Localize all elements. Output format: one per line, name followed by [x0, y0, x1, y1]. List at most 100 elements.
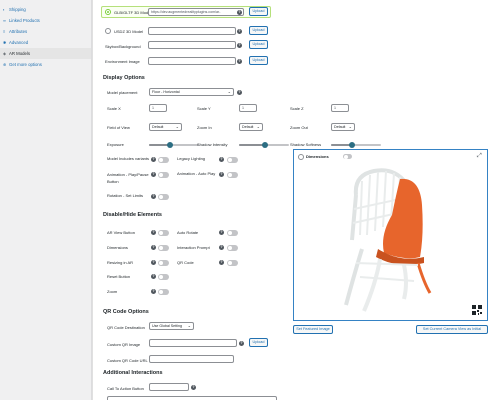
interaction-prompt-toggle[interactable] — [227, 245, 238, 251]
qr-options-heading: QR Code Options — [103, 309, 149, 315]
help-icon[interactable]: ? — [219, 245, 224, 250]
set-featured-image-button[interactable]: Set Featured Image — [293, 325, 333, 334]
legacy-lighting-toggle[interactable] — [227, 157, 238, 163]
slider-handle[interactable] — [167, 142, 173, 148]
resizing-toggle[interactable] — [158, 260, 169, 266]
sidebar-item-linked-products[interactable]: ∞ Linked Products — [0, 15, 91, 26]
custom-qr-image-input[interactable] — [149, 339, 237, 347]
rotation-limits-toggle[interactable] — [158, 194, 169, 200]
help-icon[interactable]: ? — [237, 43, 242, 48]
help-icon[interactable]: ? — [219, 260, 224, 265]
qr-image-upload-button[interactable]: Upload — [249, 338, 268, 347]
help-icon[interactable]: ? — [237, 90, 242, 95]
help-icon[interactable]: ? — [151, 289, 156, 294]
environment-url-input[interactable] — [148, 57, 236, 65]
gltf-url-input[interactable]: https://dev.augmentedrealityplugins.com/… — [148, 8, 244, 16]
usdz-label: USDZ 3D Model — [114, 29, 144, 34]
scale-z-input[interactable]: 1 — [331, 104, 349, 112]
qr-code-icon[interactable] — [472, 305, 482, 315]
exposure-slider[interactable] — [149, 142, 199, 148]
zoom-out-select[interactable]: Default ⌄ — [331, 123, 355, 131]
help-icon[interactable]: ? — [151, 274, 156, 279]
sidebar-item-label: Advanced — [9, 40, 29, 45]
model-placement-label: Model placement — [107, 90, 138, 95]
help-icon[interactable]: ? — [151, 194, 156, 199]
zoom-out-value: Default — [334, 125, 346, 129]
scale-y-input[interactable]: 1 — [239, 104, 257, 112]
gltf-upload-button[interactable]: Upload — [249, 7, 268, 16]
help-icon[interactable]: ? — [151, 230, 156, 235]
help-icon[interactable]: ? — [237, 29, 242, 34]
chevron-down-icon: ⌄ — [348, 124, 352, 129]
zoom-toggle[interactable] — [158, 289, 169, 295]
usdz-status-indicator — [105, 28, 111, 34]
help-icon[interactable]: ? — [151, 245, 156, 250]
help-icon[interactable]: ? — [151, 157, 156, 162]
chevron-down-icon: ⌄ — [175, 124, 179, 129]
model-preview-viewer[interactable]: Dimensions ⤢ — [293, 149, 488, 321]
sidebar-item-get-more-options[interactable]: ⊕ Get more options — [0, 59, 91, 70]
qr-code-toggle[interactable] — [227, 260, 238, 266]
usdz-upload-button[interactable]: Upload — [249, 26, 268, 35]
scale-x-label: Scale X — [107, 106, 121, 111]
model-placement-select[interactable]: Floor - Horizontal ⌄ — [149, 88, 234, 96]
product-data-tabs: ▪ Shipping ∞ Linked Products ≡ Attribute… — [0, 0, 92, 400]
help-icon[interactable]: ? — [219, 157, 224, 162]
fov-label: Field of View — [107, 125, 130, 130]
auto-rotate-toggle[interactable] — [227, 230, 238, 236]
model-variants-toggle[interactable] — [158, 157, 169, 163]
fullscreen-icon[interactable]: ⤢ — [477, 153, 482, 160]
chevron-down-icon: ⌄ — [227, 89, 231, 94]
help-icon[interactable]: ? — [237, 10, 242, 15]
dimensions-toggle[interactable] — [158, 245, 169, 251]
slider-handle[interactable] — [349, 142, 355, 148]
environment-upload-button[interactable]: Upload — [249, 56, 268, 65]
help-icon[interactable]: ? — [237, 59, 242, 64]
help-icon[interactable]: ? — [191, 385, 196, 390]
cta-label: Call To Action Button — [107, 386, 144, 391]
help-icon[interactable]: ? — [239, 341, 244, 346]
shadow-softness-slider[interactable] — [331, 142, 381, 148]
fov-select[interactable]: Default ⌄ — [149, 123, 182, 131]
dimensions-preview-toggle[interactable] — [343, 154, 352, 159]
chevron-down-icon: ⌄ — [187, 323, 191, 328]
custom-qr-url-input[interactable] — [149, 355, 234, 363]
dimensions-checkbox[interactable] — [298, 154, 304, 160]
skybox-url-input[interactable] — [148, 41, 236, 49]
auto-rotate-label: Auto Rotate — [177, 230, 199, 235]
cta-input[interactable] — [149, 383, 189, 391]
scale-x-input[interactable]: 1 — [149, 104, 167, 112]
help-icon[interactable]: ? — [219, 172, 224, 177]
sidebar-item-shipping[interactable]: ▪ Shipping — [0, 4, 91, 15]
shadow-intensity-slider[interactable] — [239, 142, 289, 148]
reset-button-toggle[interactable] — [158, 274, 169, 280]
legacy-lighting-label: Legacy Lighting — [177, 156, 206, 161]
additional-interactions-heading: Additional Interactions — [103, 370, 163, 376]
help-icon[interactable]: ? — [151, 172, 156, 177]
dimensions-label: Dimensions — [306, 154, 329, 159]
animation-play-toggle[interactable] — [158, 172, 169, 178]
sidebar-item-advanced[interactable]: ✱ Advanced — [0, 37, 91, 48]
sidebar-item-label: Attributes — [9, 29, 28, 34]
ar-view-button-toggle[interactable] — [158, 230, 169, 236]
list-icon: ≡ — [3, 28, 6, 34]
help-icon[interactable]: ? — [151, 260, 156, 265]
exposure-label: Exposure — [107, 142, 124, 147]
skybox-upload-button[interactable]: Upload — [249, 40, 268, 49]
zoom-in-select[interactable]: Default ⌄ — [239, 123, 263, 131]
sidebar-item-attributes[interactable]: ≡ Attributes — [0, 26, 91, 37]
gltf-label: GLB/GLTF 3D Model — [114, 10, 152, 15]
slider-handle[interactable] — [262, 142, 268, 148]
ar-view-button-label: AR View Button — [107, 230, 135, 235]
animation-auto-toggle[interactable] — [227, 172, 238, 178]
sidebar-item-ar-models[interactable]: ◈ AR Models — [0, 48, 91, 59]
disable-hide-heading: Disable/Hide Elements — [103, 212, 162, 218]
help-icon[interactable]: ? — [219, 230, 224, 235]
next-field-input[interactable] — [107, 396, 277, 400]
qr-destination-select[interactable]: Use Global Setting ⌄ — [149, 322, 194, 330]
display-options-heading: Display Options — [103, 75, 145, 81]
set-camera-view-button[interactable]: Set Current Camera View as Initial — [416, 325, 488, 334]
zoom-label: Zoom — [107, 289, 118, 294]
usdz-url-input[interactable] — [148, 27, 236, 35]
model-variants-label: Model Includes variants — [107, 156, 150, 161]
